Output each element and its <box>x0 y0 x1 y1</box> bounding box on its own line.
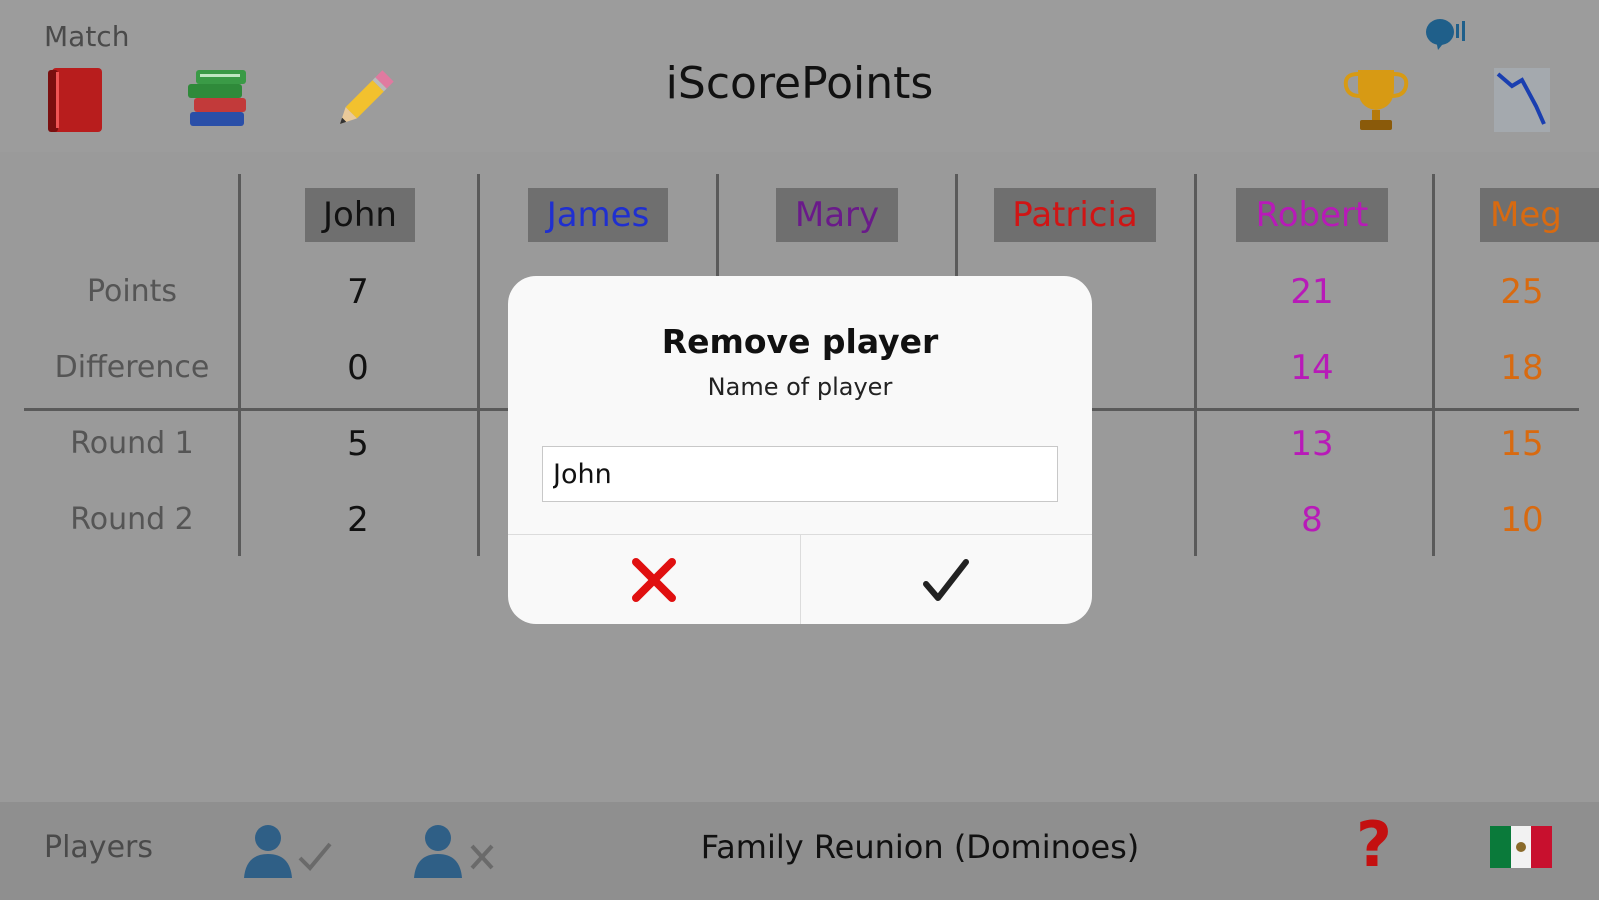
app-screen: Match iScorePoints Points Difference Rou… <box>0 0 1599 900</box>
meg-round-2[interactable]: 10 <box>1452 500 1592 540</box>
meg-round-1[interactable]: 15 <box>1452 424 1592 464</box>
chart-icon[interactable] <box>1492 66 1552 138</box>
add-player-icon[interactable] <box>240 822 340 886</box>
john-round-2[interactable]: 2 <box>258 500 458 540</box>
meg-difference: 18 <box>1500 348 1544 388</box>
robert-points: 21 <box>1290 272 1334 312</box>
row-label-difference: Difference <box>54 350 210 385</box>
john-difference: 0 <box>347 348 369 388</box>
column-divider <box>1432 174 1435 556</box>
trophy-icon[interactable] <box>1340 64 1412 140</box>
player-header-james[interactable]: James <box>528 188 668 242</box>
player-header-patricia[interactable]: Patricia <box>994 188 1156 242</box>
player-header-john[interactable]: John <box>305 188 415 242</box>
remove-player-dialog: Remove player Name of player <box>508 276 1092 624</box>
checkmark-icon <box>923 558 969 601</box>
john-round-1[interactable]: 5 <box>258 424 458 464</box>
row-label-round-2: Round 2 <box>70 502 194 537</box>
header-bar: Match iScorePoints <box>0 0 1599 152</box>
speaker-icon[interactable] <box>1424 16 1468 56</box>
meg-points: 25 <box>1500 272 1544 312</box>
john-points: 7 <box>347 272 369 312</box>
row-label-points: Points <box>86 274 178 309</box>
players-label: Players <box>44 830 153 865</box>
section-label: Match <box>44 20 130 53</box>
help-icon[interactable]: ? <box>1356 808 1392 881</box>
player-header-mary[interactable]: Mary <box>776 188 898 242</box>
robert-difference: 14 <box>1290 348 1334 388</box>
row-label-round-1: Round 1 <box>70 426 194 461</box>
cancel-x-icon <box>632 557 676 602</box>
player-header-meg[interactable]: Meg <box>1480 188 1599 242</box>
player-name-input[interactable] <box>542 446 1058 502</box>
remove-player-icon[interactable] <box>410 822 510 886</box>
mexico-flag-icon[interactable] <box>1490 826 1552 872</box>
column-divider <box>1194 174 1197 556</box>
footer-bar: Players Family Reunion (Dominoes) ? <box>0 802 1599 900</box>
confirm-button[interactable] <box>800 535 1092 624</box>
match-name[interactable]: Family Reunion (Dominoes) <box>600 828 1240 866</box>
robert-round-1[interactable]: 13 <box>1212 424 1412 464</box>
column-divider <box>477 174 480 556</box>
player-header-robert[interactable]: Robert <box>1236 188 1388 242</box>
cancel-button[interactable] <box>508 535 800 624</box>
dialog-message: Name of player <box>707 373 893 401</box>
robert-round-2[interactable]: 8 <box>1212 500 1412 540</box>
dialog-title: Remove player <box>661 322 939 361</box>
